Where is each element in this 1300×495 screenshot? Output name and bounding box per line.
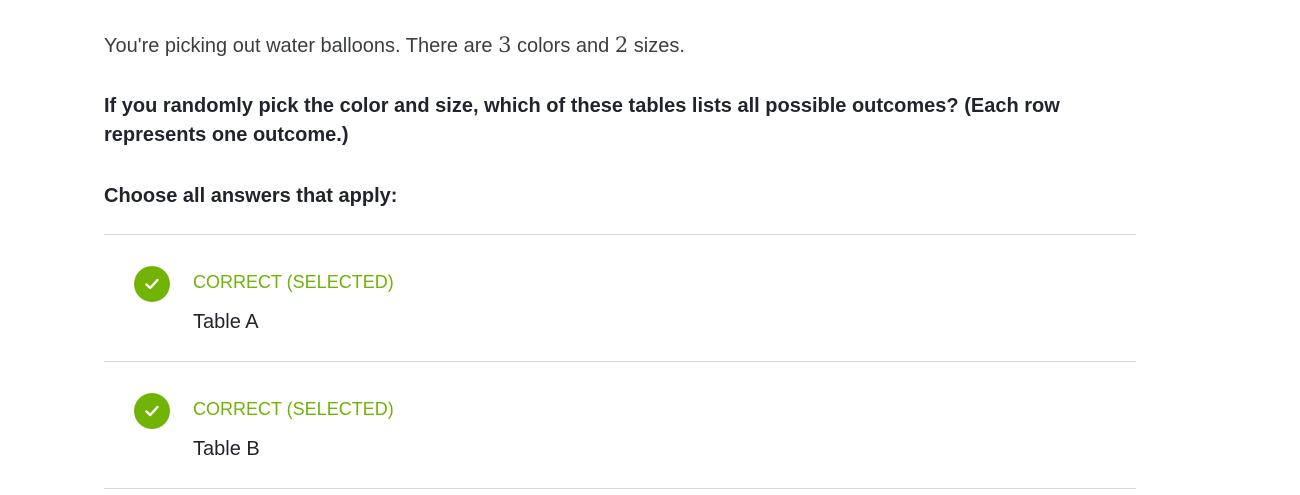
intro-text-start: You're picking out water balloons. There… bbox=[104, 35, 499, 57]
sizes-count: 2 bbox=[614, 33, 629, 57]
checkmark-icon bbox=[134, 266, 170, 302]
question-area: You're picking out water balloons. There… bbox=[104, 30, 1144, 207]
intro-text-end: sizes. bbox=[628, 35, 685, 57]
choice-status: CORRECT (SELECTED) bbox=[193, 272, 394, 292]
intro-text-middle: colors and bbox=[511, 35, 615, 57]
checkmark-icon bbox=[134, 393, 170, 429]
colors-count: 3 bbox=[498, 33, 512, 57]
question-prompt: If you randomly pick the color and size,… bbox=[104, 95, 1060, 146]
choice-list: CORRECT (SELECTED) Table A CORRECT (SELE… bbox=[104, 234, 1136, 489]
choice-label: Table B bbox=[193, 438, 260, 460]
choice-table-a[interactable]: CORRECT (SELECTED) Table A bbox=[104, 235, 1136, 362]
answer-instruction: Choose all answers that apply: bbox=[104, 185, 398, 207]
choice-table-b[interactable]: CORRECT (SELECTED) Table B bbox=[104, 362, 1136, 489]
question-intro: You're picking out water balloons. There… bbox=[104, 30, 1144, 60]
choice-label: Table A bbox=[193, 311, 259, 333]
choice-status: CORRECT (SELECTED) bbox=[193, 399, 394, 419]
